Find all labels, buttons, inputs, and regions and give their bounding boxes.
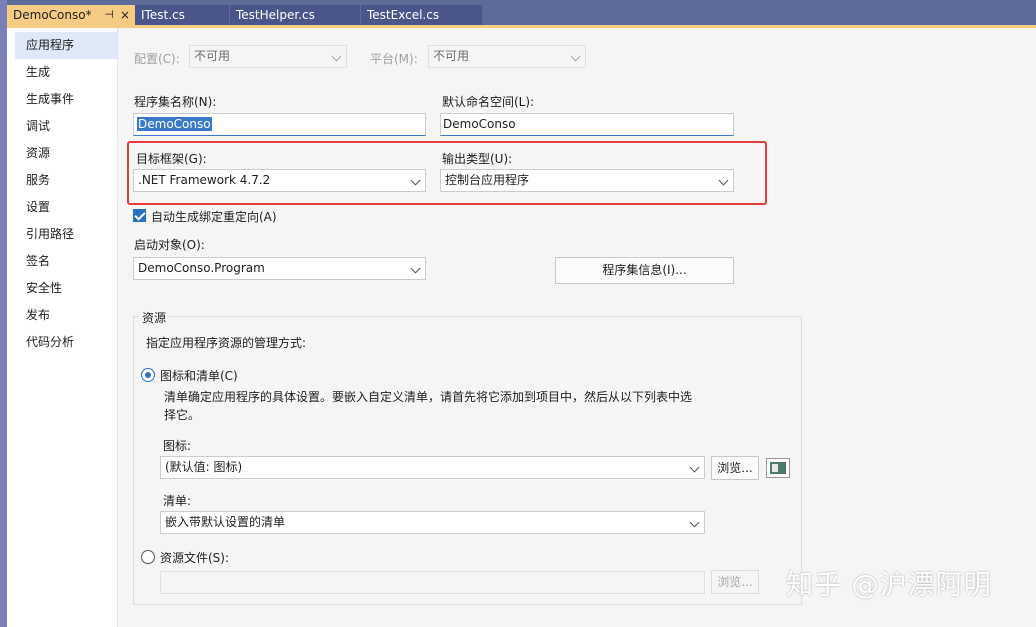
- icon-label: 图标:: [163, 439, 192, 453]
- tab-democonso[interactable]: DemoConso* ⊣ ×: [7, 5, 136, 25]
- pin-icon[interactable]: ⊣: [104, 5, 114, 25]
- auto-redirect-checkbox[interactable]: [133, 209, 146, 222]
- icon-select[interactable]: (默认值: 图标): [160, 456, 705, 479]
- startup-object-label: 启动对象(O):: [134, 238, 205, 252]
- resource-file-browse-button[interactable]: 浏览...: [711, 570, 759, 594]
- assembly-name-label: 程序集名称(N):: [134, 95, 217, 109]
- startup-object-select[interactable]: DemoConso.Program: [133, 257, 426, 280]
- highlight-annotation-box: [127, 141, 767, 205]
- icon-select-value: (默认值: 图标): [165, 460, 243, 474]
- nav-item-security[interactable]: 安全性: [15, 275, 118, 302]
- manifest-label: 清单:: [163, 494, 192, 508]
- chevron-down-icon: [410, 263, 421, 274]
- document-tab-strip: DemoConso* ⊣ × ITest.cs TestHelper.cs Te…: [7, 0, 1036, 27]
- close-icon[interactable]: ×: [120, 5, 130, 25]
- config-label: 配置(C):: [134, 52, 180, 66]
- platform-select[interactable]: 不可用: [428, 45, 586, 68]
- nav-item-build[interactable]: 生成: [15, 59, 118, 86]
- auto-redirect-label: 自动生成绑定重定向(A): [151, 210, 277, 224]
- config-select[interactable]: 不可用: [189, 45, 347, 68]
- icon-preview: [766, 458, 790, 478]
- resources-group-title: 资源: [139, 309, 170, 326]
- resource-file-input[interactable]: [160, 571, 705, 594]
- icon-manifest-label: 图标和清单(C): [160, 369, 238, 383]
- tab-itest[interactable]: ITest.cs: [135, 5, 229, 25]
- nav-item-publish[interactable]: 发布: [15, 302, 118, 329]
- assembly-info-button[interactable]: 程序集信息(I)...: [555, 257, 734, 284]
- manifest-select-value: 嵌入带默认设置的清单: [165, 515, 286, 529]
- chevron-down-icon: [570, 51, 581, 62]
- manifest-description-line2: 择它。: [164, 408, 201, 422]
- window-left-edge: [0, 0, 7, 627]
- tab-label: TestExcel.cs: [367, 8, 440, 22]
- config-value: 不可用: [194, 49, 231, 63]
- tab-testhelper[interactable]: TestHelper.cs: [230, 5, 360, 25]
- platform-value: 不可用: [433, 49, 470, 63]
- manifest-select[interactable]: 嵌入带默认设置的清单: [160, 511, 705, 534]
- nav-item-code-analysis[interactable]: 代码分析: [15, 329, 118, 356]
- nav-item-settings[interactable]: 设置: [15, 194, 118, 221]
- properties-nav: 应用程序 生成 生成事件 调试 资源 服务 设置 引用路径 签名 安全性 发布 …: [7, 28, 118, 627]
- tab-label: TestHelper.cs: [236, 8, 315, 22]
- nav-item-signing[interactable]: 签名: [15, 248, 118, 275]
- active-tab-underline: [7, 25, 1036, 28]
- manifest-description-line1: 清单确定应用程序的具体设置。要嵌入自定义清单，请首先将它添加到项目中，然后从以下…: [164, 390, 693, 404]
- chevron-down-icon: [331, 51, 342, 62]
- project-properties-window: DemoConso* ⊣ × ITest.cs TestHelper.cs Te…: [0, 0, 1036, 627]
- icon-browse-button[interactable]: 浏览...: [711, 456, 759, 480]
- startup-object-value: DemoConso.Program: [138, 261, 265, 275]
- watermark-text: 知乎 @沪漂阿明: [786, 570, 992, 601]
- icon-manifest-radio[interactable]: [141, 368, 155, 382]
- nav-item-debug[interactable]: 调试: [15, 113, 118, 140]
- nav-item-reference-paths[interactable]: 引用路径: [15, 221, 118, 248]
- chevron-down-icon: [689, 517, 700, 528]
- default-namespace-label: 默认命名空间(L):: [442, 95, 535, 109]
- resource-file-label: 资源文件(S):: [160, 551, 230, 565]
- tab-testexcel[interactable]: TestExcel.cs: [361, 5, 482, 25]
- resources-instruction: 指定应用程序资源的管理方式:: [146, 336, 307, 350]
- chevron-down-icon: [689, 462, 700, 473]
- default-namespace-input[interactable]: DemoConso: [440, 113, 734, 136]
- tab-label: ITest.cs: [141, 8, 185, 22]
- nav-item-resources[interactable]: 资源: [15, 140, 118, 167]
- platform-label: 平台(M):: [370, 52, 418, 66]
- assembly-name-value: DemoConso: [137, 117, 212, 131]
- nav-item-services[interactable]: 服务: [15, 167, 118, 194]
- default-namespace-value: DemoConso: [443, 117, 516, 131]
- tab-label: DemoConso*: [13, 8, 92, 22]
- assembly-name-input[interactable]: DemoConso: [133, 113, 426, 136]
- resource-file-radio[interactable]: [141, 550, 155, 564]
- nav-item-application[interactable]: 应用程序: [15, 32, 118, 59]
- nav-item-build-events[interactable]: 生成事件: [15, 86, 118, 113]
